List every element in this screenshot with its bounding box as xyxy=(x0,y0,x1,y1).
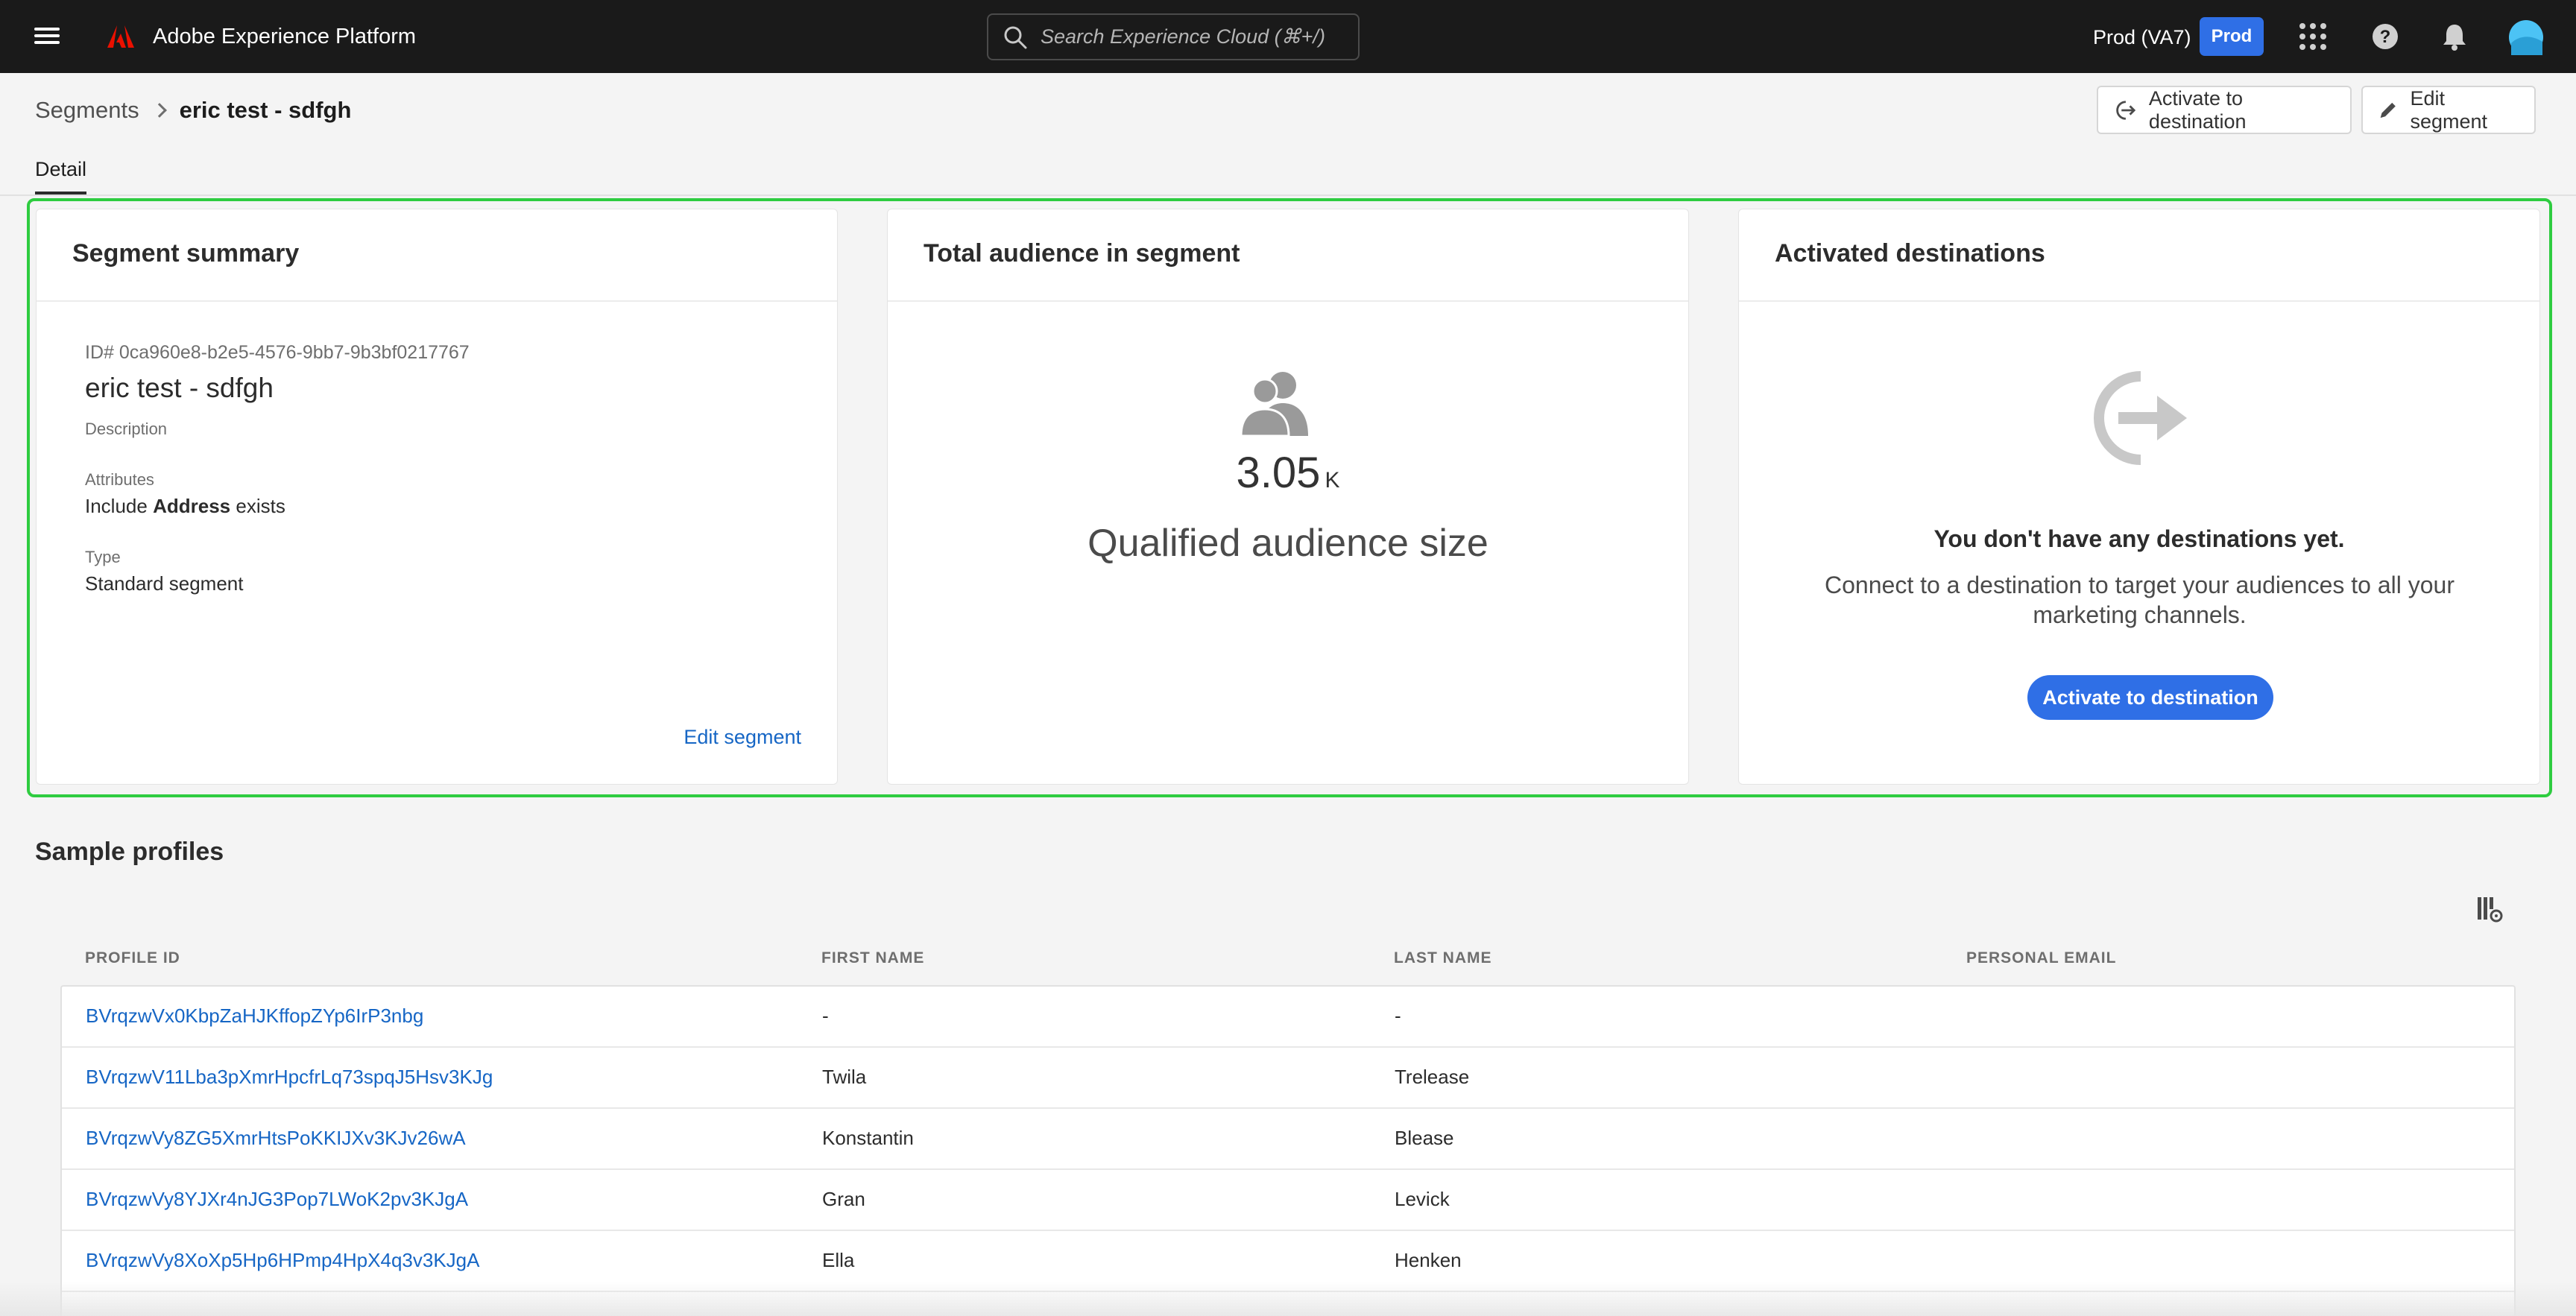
global-search[interactable] xyxy=(987,13,1360,60)
first-name-cell: - xyxy=(822,1005,829,1027)
total-audience-title: Total audience in segment xyxy=(924,239,1240,268)
tab-detail[interactable]: Detail xyxy=(35,158,86,181)
scroll-fade xyxy=(0,1282,2576,1316)
segment-name: eric test - sdfgh xyxy=(85,373,274,403)
column-header-last-name[interactable]: LAST NAME xyxy=(1394,949,1492,967)
org-switcher[interactable]: Prod (VA7) xyxy=(2093,25,2191,49)
sample-profiles-title: Sample profiles xyxy=(35,838,224,866)
app-brand-title[interactable]: Adobe Experience Platform xyxy=(153,24,416,49)
sample-profiles-table: BVrqzwVx0KbpZaHJKffopZYp6IrP3nbg - - BVr… xyxy=(60,985,2516,1316)
table-row[interactable]: BVrqzwVx0KbpZaHJKffopZYp6IrP3nbg - - xyxy=(62,987,2514,1048)
column-header-first-name[interactable]: FIRST NAME xyxy=(821,949,924,967)
edit-segment-button[interactable]: Edit segment xyxy=(2361,86,2536,134)
activate-to-destination-cta[interactable]: Activate to destination xyxy=(2027,675,2273,720)
card-divider xyxy=(37,300,837,302)
segment-summary-card: Segment summary ID# 0ca960e8-b2e5-4576-9… xyxy=(36,209,838,785)
profile-id-link[interactable]: BVrqzwVx0KbpZaHJKffopZYp6IrP3nbg xyxy=(86,1005,423,1028)
activated-destinations-card: Activated destinations You don't have an… xyxy=(1738,209,2540,785)
breadcrumb: Segments eric test - sdfgh xyxy=(35,97,351,124)
type-label: Type xyxy=(85,548,121,566)
attributes-label: Attributes xyxy=(85,470,154,489)
svg-text:?: ? xyxy=(2380,27,2391,47)
last-name-cell: - xyxy=(1395,1005,1401,1027)
type-value: Standard segment xyxy=(85,572,244,595)
last-name-cell: Trelease xyxy=(1395,1066,1470,1088)
search-icon xyxy=(1004,26,1027,49)
column-header-personal-email[interactable]: PERSONAL EMAIL xyxy=(1966,949,2116,967)
activate-to-destination-button[interactable]: Activate to destination xyxy=(2097,86,2352,134)
no-destinations-description: Connect to a destination to target your … xyxy=(1825,572,2455,628)
activate-button-label: Activate to destination xyxy=(2148,86,2247,133)
column-header-profile-id[interactable]: PROFILE ID xyxy=(85,949,180,967)
help-icon[interactable]: ? xyxy=(2370,22,2400,51)
notifications-bell-icon[interactable] xyxy=(2440,22,2469,51)
audience-count-value: 3.05 xyxy=(1236,449,1321,497)
first-name-cell: Gran xyxy=(822,1188,865,1210)
column-settings-icon[interactable] xyxy=(2476,896,2503,923)
edit-segment-link[interactable]: Edit segment xyxy=(684,726,801,749)
users-icon xyxy=(1240,372,1308,436)
total-audience-card: Total audience in segment 3.05 K Qualifie… xyxy=(887,209,1689,785)
audience-size-label: Qualified audience size xyxy=(1087,522,1489,565)
edit-button-label: Edit segment xyxy=(2410,86,2488,133)
first-name-cell: Ella xyxy=(822,1249,855,1271)
pencil-icon xyxy=(2380,102,2396,118)
segment-summary-title: Segment summary xyxy=(72,239,300,268)
profile-id-link[interactable]: BVrqzwVy8YJXr4nJG3Pop7LWoK2pv3KJgA xyxy=(86,1188,468,1211)
tab-divider xyxy=(0,194,2576,196)
last-name-cell: Blease xyxy=(1395,1127,1454,1149)
last-name-cell: Levick xyxy=(1395,1188,1450,1210)
chevron-right-icon xyxy=(151,103,167,118)
table-row[interactable]: BVrqzwVy8YJXr4nJG3Pop7LWoK2pv3KJgA Gran … xyxy=(62,1170,2514,1231)
search-input[interactable] xyxy=(1041,15,1354,59)
attributes-field: Address xyxy=(153,495,231,517)
breadcrumb-current: eric test - sdfgh xyxy=(179,97,352,123)
description-label: Description xyxy=(85,420,168,438)
hamburger-menu-icon[interactable] xyxy=(34,24,60,49)
profile-id-link[interactable]: BVrqzwVy8ZG5XmrHtsPoKKIJXv3KJv26wA xyxy=(86,1127,466,1150)
card-divider xyxy=(888,300,1688,302)
last-name-cell: Henken xyxy=(1395,1249,1462,1271)
no-destinations-title: You don't have any destinations yet. xyxy=(1933,525,2345,552)
activate-destination-icon xyxy=(2116,100,2136,120)
user-avatar[interactable] xyxy=(2508,19,2544,55)
profile-id-link[interactable]: BVrqzwVy8XoXp5Hp6HPmp4HpX4q3v3KJgA xyxy=(86,1249,479,1272)
top-nav-bar: Adobe Experience Platform Prod (VA7) Pro… xyxy=(0,0,2576,73)
sandbox-badge[interactable]: Prod xyxy=(2200,17,2264,56)
audience-count-unit: K xyxy=(1325,468,1340,493)
attributes-pre: Include xyxy=(85,495,148,517)
table-row[interactable]: BVrqzwVy8ZG5XmrHtsPoKKIJXv3KJv26wA Konst… xyxy=(62,1109,2514,1170)
destination-export-icon xyxy=(2094,371,2187,465)
profile-id-link[interactable]: BVrqzwV11Lba3pXmrHpcfrLq73spqJ5Hsv3KJg xyxy=(86,1066,493,1089)
attributes-post: exists xyxy=(236,495,285,517)
audience-count: 3.05 K xyxy=(888,448,1688,498)
attributes-value: Include Address exists xyxy=(85,495,285,518)
breadcrumb-segments-link[interactable]: Segments xyxy=(35,97,139,124)
segment-id: ID# 0ca960e8-b2e5-4576-9bb7-9b3bf0217767 xyxy=(85,342,470,363)
table-row[interactable]: BVrqzwV11Lba3pXmrHpcfrLq73spqJ5Hsv3KJg T… xyxy=(62,1048,2514,1109)
activated-destinations-title: Activated destinations xyxy=(1775,239,2045,268)
first-name-cell: Konstantin xyxy=(822,1127,914,1149)
adobe-logo-icon[interactable] xyxy=(107,25,134,48)
apps-grid-icon[interactable] xyxy=(2298,22,2328,51)
card-divider xyxy=(1739,300,2539,302)
first-name-cell: Twila xyxy=(822,1066,867,1088)
